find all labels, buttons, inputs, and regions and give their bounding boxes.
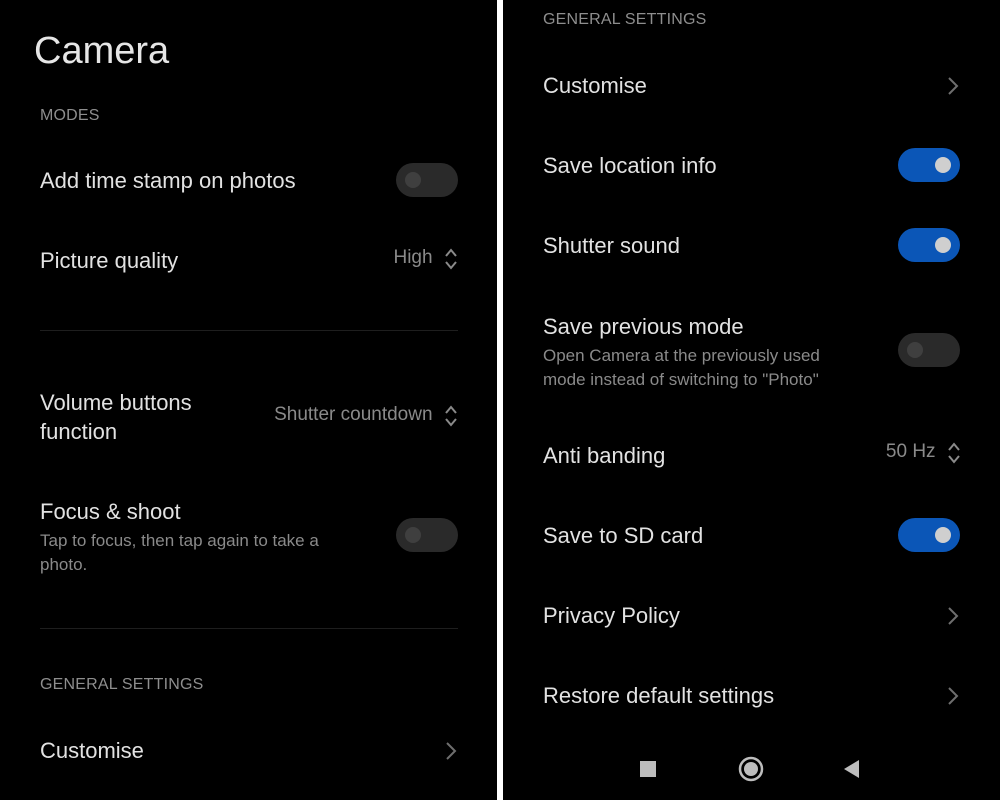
save-previous-mode-description-line1: Open Camera at the previously used: [543, 346, 820, 365]
back-triangle-icon[interactable]: [843, 759, 861, 779]
privacy-policy-label: Privacy Policy: [543, 603, 680, 628]
volume-buttons-row[interactable]: Volume buttons function Shutter countdow…: [0, 388, 497, 450]
save-sd-label: Save to SD card: [543, 523, 704, 548]
save-location-label: Save location info: [543, 153, 717, 178]
time-stamp-label: Add time stamp on photos: [40, 168, 296, 193]
toggle-knob: [907, 342, 923, 358]
anti-banding-row[interactable]: Anti banding 50 Hz: [503, 436, 1000, 476]
page-title: Camera: [34, 30, 170, 72]
save-previous-mode-toggle[interactable]: [898, 333, 960, 367]
chevron-right-icon: [948, 607, 959, 625]
anti-banding-label: Anti banding: [543, 443, 666, 468]
section-header-modes: MODES: [40, 107, 100, 124]
focus-shoot-label: Focus & shoot: [40, 499, 181, 524]
divider: [40, 628, 458, 629]
section-header-general: GENERAL SETTINGS: [40, 676, 204, 693]
customise-label: Customise: [543, 73, 647, 98]
privacy-policy-row[interactable]: Privacy Policy: [503, 596, 1000, 636]
save-location-toggle[interactable]: [898, 148, 960, 182]
toggle-knob: [935, 527, 951, 543]
left-screen: Camera MODES Add time stamp on photos Pi…: [0, 0, 497, 800]
section-header-general: GENERAL SETTINGS: [543, 11, 707, 28]
toggle-knob: [405, 527, 421, 543]
chevron-right-icon: [948, 77, 959, 95]
anti-banding-value-group: 50 Hz: [886, 440, 962, 466]
time-stamp-row[interactable]: Add time stamp on photos: [0, 160, 497, 204]
customise-row[interactable]: Customise: [0, 732, 497, 772]
save-location-row[interactable]: Save location info: [503, 146, 1000, 186]
picture-quality-value: High: [393, 247, 433, 269]
toggle-knob: [405, 172, 421, 188]
save-sd-toggle[interactable]: [898, 518, 960, 552]
focus-shoot-description-line2: photo.: [40, 555, 88, 574]
home-circle-icon[interactable]: [738, 756, 764, 782]
picture-quality-label: Picture quality: [40, 248, 179, 273]
volume-buttons-label-line2: function: [40, 419, 118, 444]
volume-buttons-label-line1: Volume buttons: [40, 390, 192, 415]
chevron-right-icon: [446, 742, 457, 760]
shutter-sound-label: Shutter sound: [543, 233, 680, 258]
save-previous-mode-row[interactable]: Save previous mode Open Camera at the pr…: [503, 312, 1000, 396]
customise-row[interactable]: Customise: [503, 68, 1000, 108]
recents-square-icon[interactable]: [639, 760, 657, 778]
picture-quality-row[interactable]: Picture quality High: [0, 242, 497, 282]
volume-buttons-value: Shutter countdown: [274, 404, 433, 426]
toggle-knob: [935, 157, 951, 173]
time-stamp-toggle[interactable]: [396, 163, 458, 197]
navigation-bar: [503, 740, 1000, 800]
focus-shoot-toggle[interactable]: [396, 518, 458, 552]
anti-banding-value: 50 Hz: [885, 441, 936, 463]
save-previous-mode-description-line2: mode instead of switching to "Photo": [543, 370, 819, 389]
picture-quality-value-group: High: [393, 246, 459, 272]
volume-buttons-value-group: Shutter countdown: [274, 403, 459, 429]
save-previous-mode-label: Save previous mode: [543, 314, 744, 339]
restore-defaults-row[interactable]: Restore default settings: [503, 676, 1000, 716]
right-screen: GENERAL SETTINGS Customise Save location…: [503, 0, 1000, 800]
customise-label: Customise: [40, 738, 144, 763]
shutter-sound-row[interactable]: Shutter sound: [503, 226, 1000, 266]
shutter-sound-toggle[interactable]: [898, 228, 960, 262]
toggle-knob: [935, 237, 951, 253]
updown-chevron-icon: [948, 442, 960, 464]
chevron-right-icon: [948, 687, 959, 705]
focus-shoot-description-line1: Tap to focus, then tap again to take a: [40, 531, 319, 550]
divider: [40, 330, 458, 331]
restore-defaults-label: Restore default settings: [543, 683, 775, 708]
updown-chevron-icon: [445, 248, 457, 270]
save-sd-row[interactable]: Save to SD card: [503, 516, 1000, 556]
updown-chevron-icon: [445, 405, 457, 427]
focus-shoot-row[interactable]: Focus & shoot Tap to focus, then tap aga…: [0, 497, 497, 581]
